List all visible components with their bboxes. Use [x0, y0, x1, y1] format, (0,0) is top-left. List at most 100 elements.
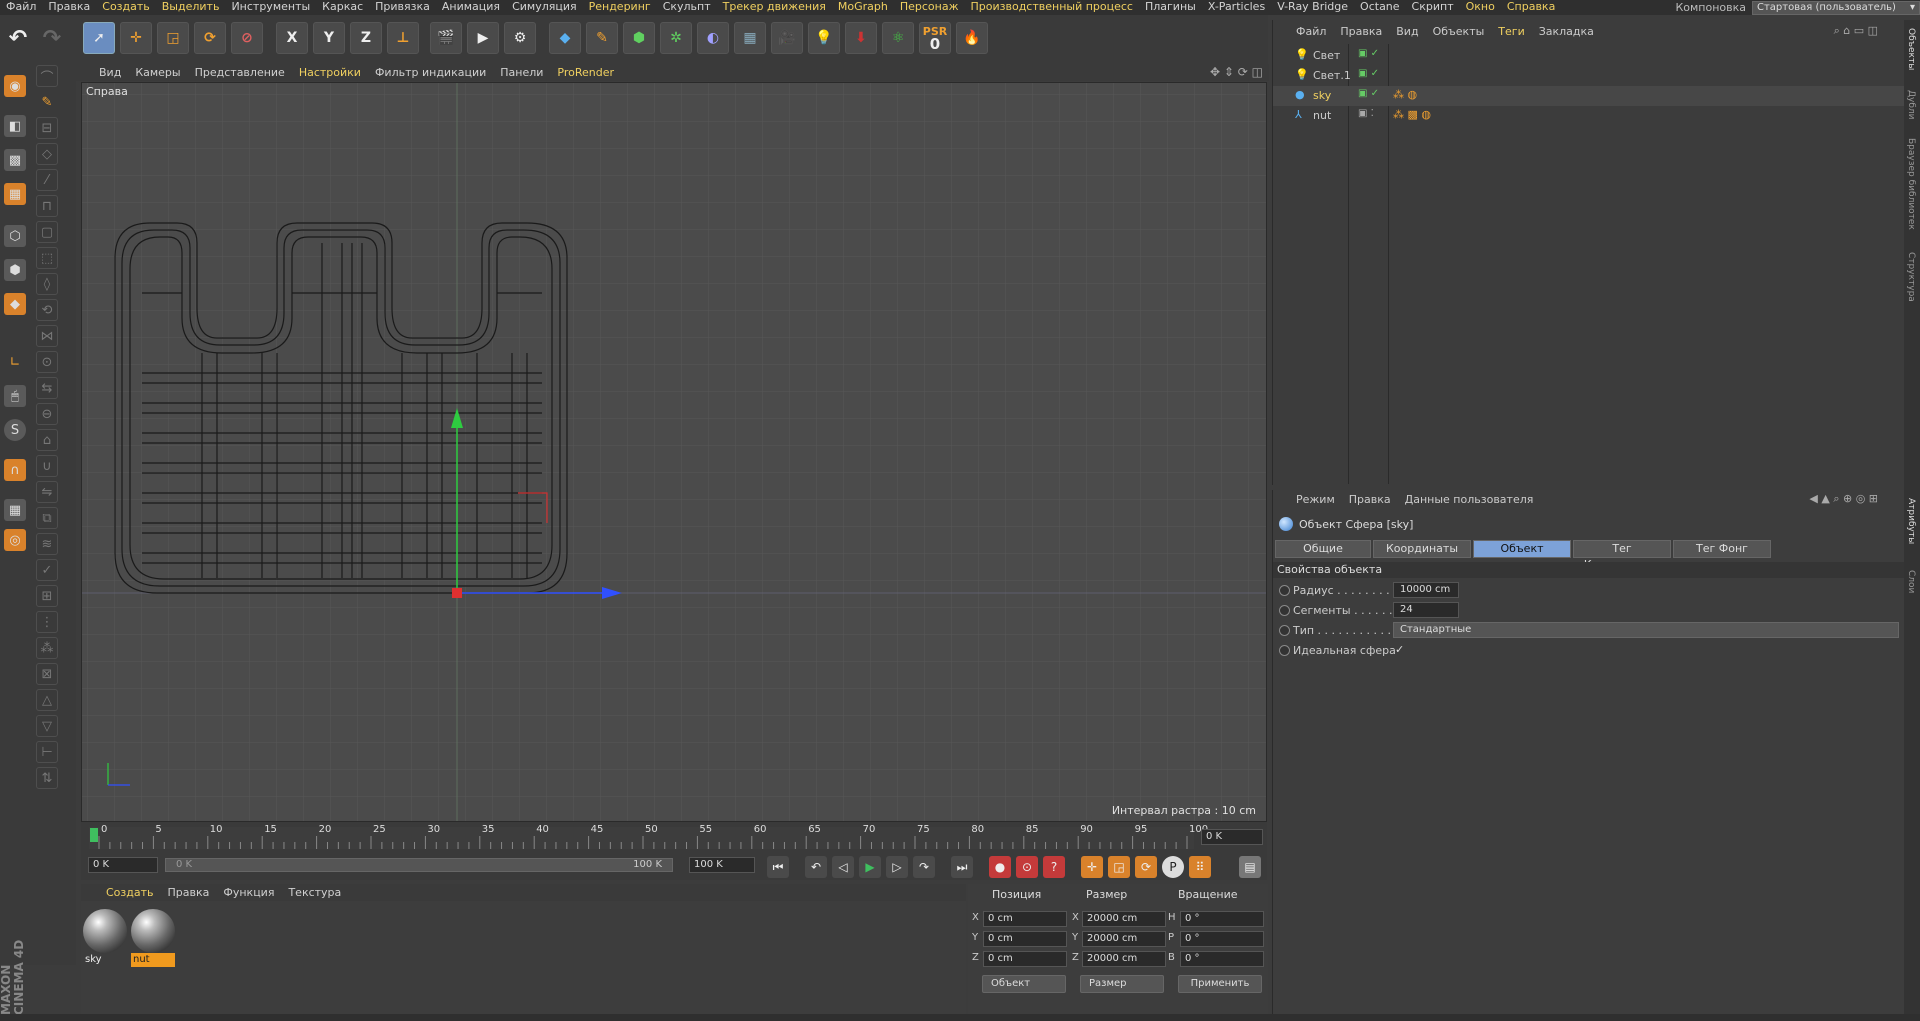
material-menu-create[interactable]: Создать	[99, 884, 161, 901]
untriangulate-tool-icon[interactable]: ▽	[36, 715, 58, 737]
weld-tool-icon[interactable]: ⊙	[36, 351, 58, 373]
extrude-tool-icon[interactable]: ⊟	[36, 117, 58, 139]
lock-workplane-icon[interactable]: ▦	[4, 499, 26, 521]
menu-tools[interactable]: Инструменты	[225, 0, 316, 15]
menu-render[interactable]: Рендеринг	[583, 0, 657, 15]
menu-mograph[interactable]: MoGraph	[832, 0, 894, 15]
menu-create[interactable]: Создать	[96, 0, 156, 15]
om-menu-file[interactable]: Файл	[1289, 20, 1333, 44]
record-rotation-icon[interactable]: ⟳	[1135, 856, 1157, 878]
side-tab-takes[interactable]: Дубли	[1906, 90, 1916, 120]
viewport-menu-view[interactable]: Вид	[92, 64, 128, 81]
optimize-tool-icon[interactable]: ✓	[36, 559, 58, 581]
octane-icon[interactable]: ⚛	[882, 22, 914, 54]
coordinate-mode-select[interactable]: Объект	[982, 975, 1066, 993]
coordinate-system-icon[interactable]: ⊥	[387, 22, 419, 54]
smooth-shift-tool-icon[interactable]: ◊	[36, 273, 58, 295]
extrude-inner-tool-icon[interactable]: ▢	[36, 221, 58, 243]
deformer-icon[interactable]: ◐	[697, 22, 729, 54]
segments-field[interactable]: 24	[1393, 602, 1459, 618]
points-mode-icon[interactable]: ⬡	[4, 225, 26, 247]
axis-mode-icon[interactable]: ∟	[4, 351, 26, 373]
record-scale-icon[interactable]: ◲	[1108, 856, 1130, 878]
menu-mesh[interactable]: Каркас	[316, 0, 369, 15]
keyframe-selection-icon[interactable]: ?	[1043, 856, 1065, 878]
material-nut[interactable]: nut	[131, 909, 175, 967]
render-view-icon[interactable]: 🎬	[430, 22, 462, 54]
apply-button[interactable]: Применить	[1178, 975, 1262, 993]
iron-tool-icon[interactable]: ⌂	[36, 429, 58, 451]
light-icon[interactable]: 💡	[808, 22, 840, 54]
viewport-menu-prorender[interactable]: ProRender	[550, 64, 621, 81]
tweak-mode-icon[interactable]: 🖱	[4, 385, 26, 407]
redo-icon[interactable]: ↷	[36, 22, 68, 54]
stitch-tool-icon[interactable]: ⋈	[36, 325, 58, 347]
scale-icon[interactable]: ◲	[157, 22, 189, 54]
record-position-icon[interactable]: ✛	[1081, 856, 1103, 878]
go-to-start-icon[interactable]: ⏮	[767, 856, 789, 878]
pos-x-field[interactable]: 0 cm	[983, 911, 1067, 927]
material-menu-texture[interactable]: Текстура	[281, 884, 348, 901]
menu-motion-tracker[interactable]: Трекер движения	[717, 0, 832, 15]
visibility-toggles[interactable]: ▣ ✓	[1358, 48, 1379, 59]
tab-phong[interactable]: Тег Фонг	[1673, 540, 1771, 558]
menu-plugins[interactable]: Плагины	[1139, 0, 1202, 15]
floor-icon[interactable]: ▦	[734, 22, 766, 54]
layout-select[interactable]: Стартовая (пользователь)	[1752, 0, 1920, 15]
menu-edit[interactable]: Правка	[42, 0, 96, 15]
model-mode-icon[interactable]: ◧	[4, 115, 26, 137]
paint-tool-icon[interactable]: ✎	[36, 91, 58, 113]
axis-y-button[interactable]: Y	[313, 22, 345, 54]
array-tool-icon[interactable]: ⋮	[36, 611, 58, 633]
tab-coordinates[interactable]: Координаты	[1373, 540, 1471, 558]
go-to-end-icon[interactable]: ⏭	[951, 856, 973, 878]
psr-widget[interactable]: PSR 0	[919, 22, 951, 54]
object-row[interactable]: 💡 Свет ▣ ✓	[1273, 46, 1905, 66]
menu-octane[interactable]: Octane	[1354, 0, 1406, 15]
attr-menu-user-data[interactable]: Данные пользователя	[1398, 490, 1541, 510]
range-slider[interactable]: 0 K 100 K	[165, 858, 673, 872]
menu-snap[interactable]: Привязка	[369, 0, 436, 15]
size-y-field[interactable]: 20000 cm	[1082, 931, 1166, 947]
next-key-icon[interactable]: ↷	[913, 856, 935, 878]
xparticles-icon[interactable]: ⬇	[845, 22, 877, 54]
subdivide-tool-icon[interactable]: ⊠	[36, 663, 58, 685]
mirror-tool-icon[interactable]: ⇋	[36, 481, 58, 503]
rotate-icon[interactable]: ⟳	[194, 22, 226, 54]
viewport-menu-options[interactable]: Настройки	[292, 64, 368, 81]
menu-character[interactable]: Персонаж	[894, 0, 965, 15]
render-settings-icon[interactable]: ⚙	[504, 22, 536, 54]
recent-tool-icon[interactable]: ⊘	[231, 22, 263, 54]
timeline-ruler[interactable]: 0 5 10 15 20 25 30 35 40 45 50 55 60 65 70 75 80 85 90 95 10…	[81, 822, 1267, 852]
perfect-sphere-checkbox[interactable]: ✓	[1395, 643, 1404, 656]
rot-p-field[interactable]: 0 °	[1180, 931, 1264, 947]
menu-sculpt[interactable]: Скульпт	[657, 0, 717, 15]
solo-icon[interactable]: S	[4, 419, 26, 441]
om-menu-view[interactable]: Вид	[1389, 20, 1425, 44]
axis-z-button[interactable]: Z	[350, 22, 382, 54]
size-mode-select[interactable]: Размер	[1080, 975, 1164, 993]
compositing-tag-icon[interactable]: ⁂ ◍	[1393, 88, 1417, 101]
visibility-toggles[interactable]: ▣ ⁚	[1358, 108, 1374, 119]
rot-h-field[interactable]: 0 °	[1180, 911, 1264, 927]
menu-file[interactable]: Файл	[0, 0, 42, 15]
move-icon[interactable]: ✛	[120, 22, 152, 54]
camera-icon[interactable]: 🎥	[771, 22, 803, 54]
split-tool-icon[interactable]: ⊞	[36, 585, 58, 607]
material-menu-function[interactable]: Функция	[216, 884, 281, 901]
undo-icon[interactable]: ↶	[2, 22, 34, 54]
cloner-icon[interactable]: ✲	[660, 22, 692, 54]
playhead[interactable]	[90, 828, 98, 842]
om-menu-edit[interactable]: Правка	[1333, 20, 1389, 44]
previous-frame-icon[interactable]: ◁	[832, 856, 854, 878]
knife-tool-icon[interactable]: ⁄	[36, 169, 58, 191]
current-frame-field[interactable]: 0 K	[1201, 829, 1263, 845]
start-frame-field[interactable]: 0 K	[88, 857, 158, 873]
render-picture-viewer-icon[interactable]: ▶	[467, 22, 499, 54]
attr-menu-mode[interactable]: Режим	[1289, 490, 1342, 510]
object-row-selected[interactable]: ● sky ▣ ✓ ⁂ ◍	[1273, 86, 1905, 106]
om-menu-bookmarks[interactable]: Закладка	[1532, 20, 1601, 44]
viewport-nav-icons[interactable]: ✥ ⇕ ⟳ ◫	[1210, 65, 1263, 79]
material-tag-icon[interactable]: ⁂ ▩ ◍	[1393, 108, 1431, 121]
subdivision-icon[interactable]: ⬢	[623, 22, 655, 54]
